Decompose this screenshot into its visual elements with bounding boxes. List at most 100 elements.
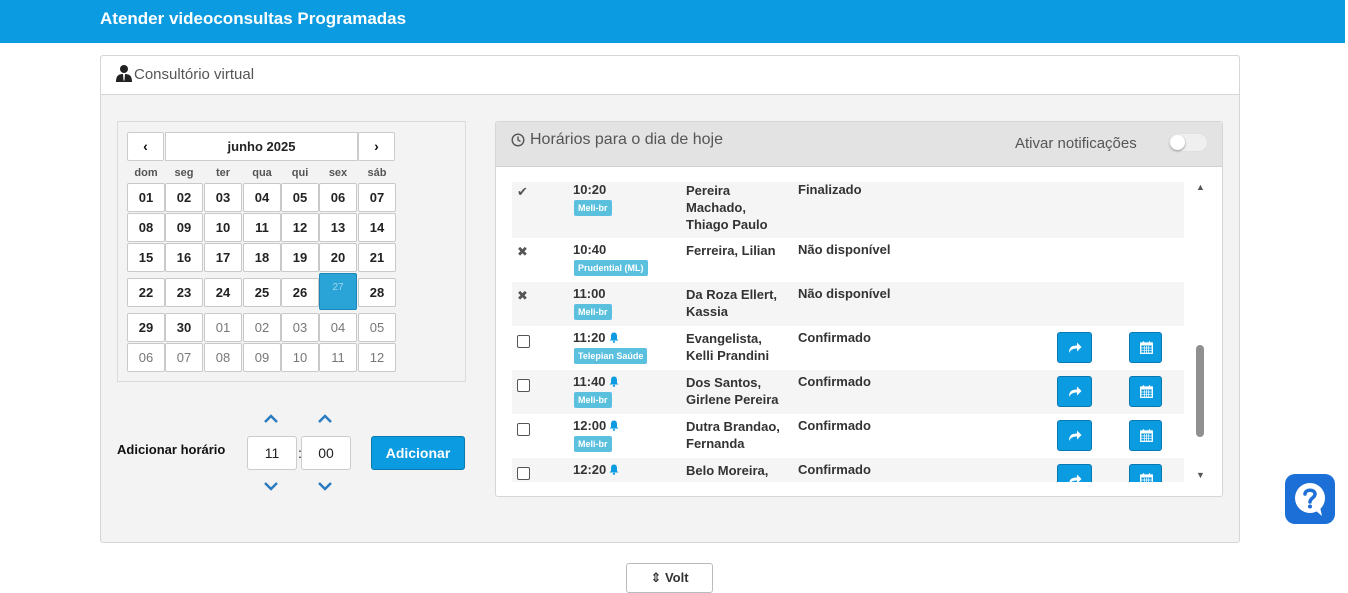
appointment-status: Confirmado — [798, 462, 871, 477]
calendar-day[interactable]: 11 — [319, 343, 357, 372]
calendar-day[interactable]: 30 — [165, 313, 203, 342]
calendar-day[interactable]: 06 — [319, 183, 357, 212]
calendar-day[interactable]: 04 — [243, 183, 281, 212]
calendar-day[interactable]: 06 — [127, 343, 165, 372]
appointment-status: Confirmado — [798, 330, 871, 345]
forward-button[interactable] — [1057, 376, 1092, 407]
weekday-header: dom — [134, 167, 158, 179]
help-button[interactable] — [1285, 474, 1335, 524]
calendar-day[interactable]: 14 — [358, 213, 396, 242]
selected-day[interactable]: 27 — [319, 273, 357, 310]
scrollbar-thumb[interactable] — [1196, 345, 1204, 437]
appointment-checkbox[interactable] — [517, 423, 530, 436]
date-picker: ‹ junho 2025 › dom seg ter qua qui sex sáb 01 02… — [117, 121, 466, 382]
appointment-row: ✔ 10:20 Meli-br Pereira Machado, Thiago Pau… — [512, 182, 1184, 238]
calendar-day[interactable]: 13 — [319, 213, 357, 242]
weekday-header: qua — [252, 167, 272, 179]
appointments-list[interactable]: ✔ 10:20 Meli-br Pereira Machado, Thiago Pau… — [512, 182, 1184, 482]
reschedule-button[interactable] — [1129, 420, 1162, 451]
reschedule-button[interactable] — [1129, 332, 1162, 363]
calendar-day[interactable]: 08 — [127, 213, 165, 242]
bell-icon — [609, 419, 619, 434]
calendar-day[interactable]: 11 — [243, 213, 281, 242]
calendar-day[interactable]: 02 — [243, 313, 281, 342]
month-label[interactable]: junho 2025 — [165, 132, 358, 161]
calendar-day[interactable]: 03 — [281, 313, 319, 342]
calendar-day[interactable]: 22 — [127, 278, 165, 307]
scroll-down-icon[interactable]: ▼ — [1196, 470, 1205, 480]
calendar-day[interactable]: 20 — [319, 243, 357, 272]
calendar-day[interactable]: 03 — [204, 183, 242, 212]
add-time-button[interactable]: Adicionar — [371, 436, 465, 470]
hour-up-chevron-icon[interactable] — [261, 412, 281, 426]
appointment-checkbox[interactable] — [517, 467, 530, 480]
patient-name: Ferreira, Lilian — [686, 243, 776, 258]
calendar-day[interactable]: 15 — [127, 243, 165, 272]
prev-month-button[interactable]: ‹ — [127, 132, 164, 161]
calendar-day[interactable]: 19 — [281, 243, 319, 272]
hour-down-chevron-icon[interactable] — [261, 480, 281, 494]
appointment-checkbox[interactable] — [517, 379, 530, 392]
reschedule-button[interactable] — [1129, 464, 1162, 482]
calendar-day[interactable]: 01 — [127, 183, 165, 212]
calendar-day[interactable]: 10 — [204, 213, 242, 242]
top-bar: Atender videoconsultas Programadas — [0, 0, 1345, 43]
time-text: 11:40 — [573, 374, 606, 389]
calendar-day[interactable]: 23 — [165, 278, 203, 307]
forward-button[interactable] — [1057, 420, 1092, 451]
virtual-office-panel: Consultório virtual ‹ junho 2025 › dom se… — [100, 55, 1240, 543]
appointment-row: 12:00 Meli-br Dutra Brandao, Fernanda Confi… — [512, 414, 1184, 458]
calendar-day[interactable]: 10 — [281, 343, 319, 372]
calendar-day[interactable]: 28 — [358, 278, 396, 307]
appointment-checkbox[interactable] — [517, 335, 530, 348]
calendar-day[interactable]: 05 — [281, 183, 319, 212]
calendar-day[interactable]: 16 — [165, 243, 203, 272]
panel-title: Consultório virtual — [134, 66, 255, 83]
scroll-up-icon[interactable]: ▲ — [1196, 182, 1205, 192]
calendar-day[interactable]: 12 — [358, 343, 396, 372]
time-text: 10:20 — [573, 182, 607, 197]
calendar-day[interactable]: 05 — [358, 313, 396, 342]
insurance-badge: Telepian Saúde — [574, 348, 648, 364]
bell-icon — [609, 331, 619, 346]
minute-input[interactable]: 00 — [301, 436, 351, 470]
calendar-day[interactable]: 17 — [204, 243, 242, 272]
bell-icon — [609, 463, 619, 478]
forward-button[interactable] — [1057, 332, 1092, 363]
weekday-header: ter — [215, 167, 231, 179]
minute-down-chevron-icon[interactable] — [315, 480, 335, 494]
patient-name: Belo Moreira, — [686, 463, 769, 478]
calendar-day[interactable]: 09 — [165, 213, 203, 242]
calendar-day[interactable]: 09 — [243, 343, 281, 372]
clock-icon — [511, 133, 525, 152]
panel-header: Consultório virtual — [101, 56, 1239, 95]
calendar-day[interactable]: 29 — [127, 313, 165, 342]
back-button[interactable]: ⇕ Volt — [626, 563, 713, 593]
calendar-day[interactable]: 02 — [165, 183, 203, 212]
calendar-day[interactable]: 07 — [165, 343, 203, 372]
calendar-day[interactable]: 08 — [204, 343, 242, 372]
calendar-day[interactable]: 01 — [204, 313, 242, 342]
time-text: 11:00 — [573, 286, 606, 301]
calendar-day[interactable]: 07 — [358, 183, 396, 212]
appointment-time: 12:00 — [573, 418, 619, 434]
calendar-icon — [1140, 429, 1153, 442]
calendar-day[interactable]: 12 — [281, 213, 319, 242]
insurance-badge: Meli-br — [574, 392, 612, 408]
calendar-day[interactable]: 25 — [243, 278, 281, 307]
calendar-day[interactable]: 26 — [281, 278, 319, 307]
hour-input[interactable]: 11 — [247, 436, 297, 470]
forward-button[interactable] — [1057, 464, 1092, 482]
calendar-day[interactable]: 04 — [319, 313, 357, 342]
appointment-row: ✖ 10:40 Prudential (ML) Ferreira, Lilian Não… — [512, 238, 1184, 282]
reschedule-button[interactable] — [1129, 376, 1162, 407]
appointment-time: 10:20 — [573, 182, 606, 197]
share-arrow-icon — [1069, 430, 1082, 441]
notifications-toggle[interactable] — [1168, 133, 1208, 152]
minute-up-chevron-icon[interactable] — [315, 412, 335, 426]
next-month-button[interactable]: › — [358, 132, 395, 161]
calendar-day[interactable]: 21 — [358, 243, 396, 272]
calendar-day[interactable]: 24 — [204, 278, 242, 307]
calendar-day[interactable]: 18 — [243, 243, 281, 272]
list-scrollbar[interactable]: ▲ ▼ — [1194, 182, 1206, 482]
